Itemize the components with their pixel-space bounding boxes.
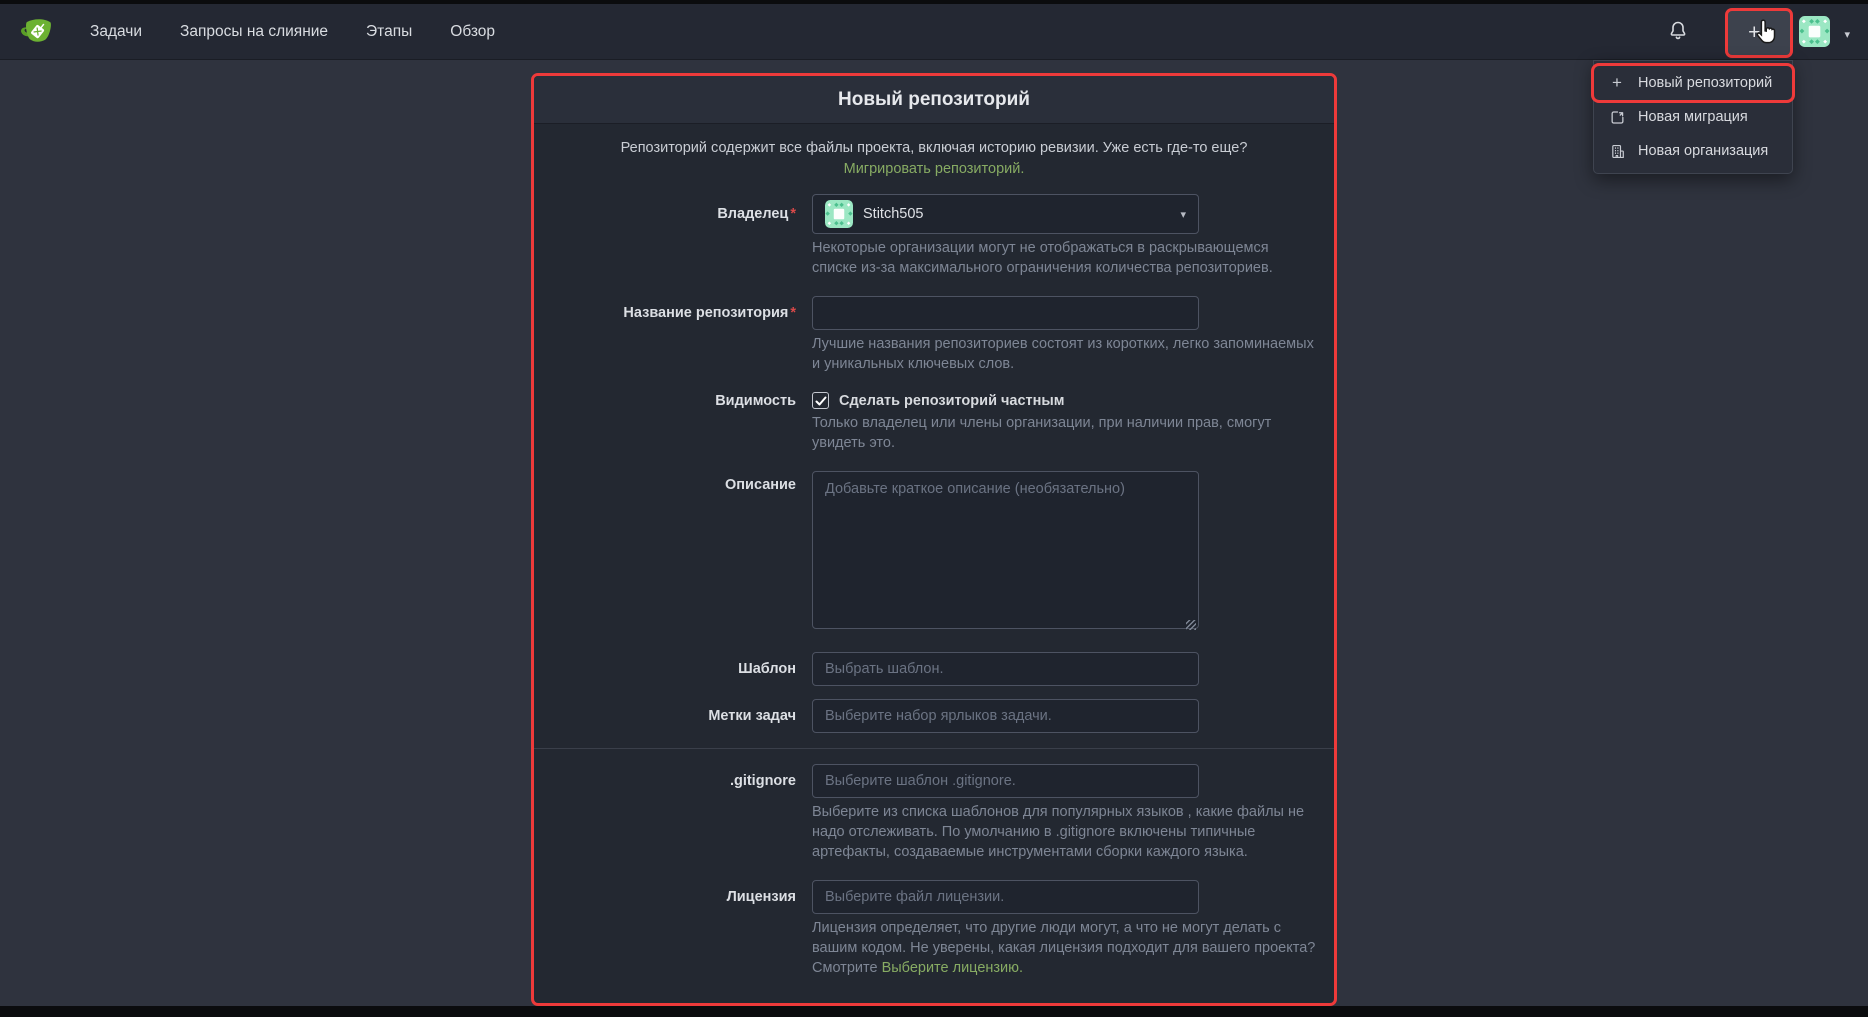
top-navbar: Задачи Запросы на слияние Этапы Обзор + … [0, 4, 1868, 60]
repo-name-help-text: Лучшие названия репозиториев состоят из … [812, 334, 1317, 374]
chevron-down-icon: ▾ [1180, 208, 1186, 221]
repo-name-label-text: Название репозитория [623, 305, 788, 321]
owner-label-text: Владелец [717, 206, 788, 222]
private-checkbox[interactable] [812, 392, 829, 409]
template-row: Шаблон [534, 652, 1334, 686]
license-row: Лицензия Лицензия определяет, что другие… [534, 880, 1334, 978]
gitignore-help-text: Выберите из списка шаблонов для популярн… [812, 802, 1317, 862]
template-label: Шаблон [534, 652, 796, 686]
repo-name-row: Название репозитория* Лучшие названия ре… [534, 296, 1334, 374]
nav-links: Задачи Запросы на слияние Этапы Обзор [90, 23, 495, 41]
panel-body: Репозиторий содержит все файлы проекта, … [534, 124, 1334, 978]
intro-text: Репозиторий содержит все файлы проекта, … [621, 140, 1248, 156]
nav-item-explore[interactable]: Обзор [450, 23, 495, 41]
gitignore-row: .gitignore Выберите из списка шаблонов д… [534, 764, 1334, 862]
template-input[interactable] [812, 652, 1199, 686]
section-divider [534, 748, 1334, 749]
chevron-down-icon: ▾ [1764, 29, 1770, 42]
nav-item-issues[interactable]: Задачи [90, 23, 142, 41]
visibility-row: Видимость Сделать репозиторий частным То… [534, 392, 1334, 453]
visibility-help-text: Только владелец или члены организации, п… [812, 413, 1317, 453]
menu-item-label: Новый репозиторий [1638, 75, 1772, 91]
description-label: Описание [534, 471, 796, 634]
nav-item-milestones[interactable]: Этапы [366, 23, 412, 41]
create-dropdown-menu: + Новый репозиторий Новая миграция Новая… [1593, 60, 1793, 174]
organization-icon [1608, 143, 1626, 160]
form-intro-text: Репозиторий содержит все файлы проекта, … [579, 138, 1289, 180]
menu-item-label: Новая миграция [1638, 109, 1748, 125]
check-icon [815, 395, 827, 407]
window-bottom-edge [0, 1006, 1868, 1017]
issue-labels-row: Метки задач [534, 699, 1334, 733]
required-asterisk: * [790, 206, 796, 222]
menu-item-label: Новая организация [1638, 143, 1768, 159]
gitignore-input[interactable] [812, 764, 1199, 798]
owner-avatar [825, 200, 853, 228]
migrate-icon [1608, 109, 1626, 126]
create-new-button[interactable]: + ▾ [1728, 11, 1790, 55]
owner-help-text: Некоторые организации могут не отображат… [812, 238, 1317, 278]
license-label: Лицензия [534, 880, 796, 978]
repo-name-input[interactable] [812, 296, 1199, 330]
menu-item-new-migration[interactable]: Новая миграция [1594, 100, 1792, 134]
user-avatar[interactable] [1799, 16, 1830, 47]
gitignore-label: .gitignore [534, 764, 796, 862]
new-repository-panel: Новый репозиторий Репозиторий содержит в… [531, 73, 1337, 1006]
owner-value: Stitch505 [863, 206, 1170, 222]
menu-item-new-repository[interactable]: + Новый репозиторий [1594, 66, 1792, 100]
visibility-label: Видимость [534, 392, 796, 453]
nav-item-pull-requests[interactable]: Запросы на слияние [180, 23, 328, 41]
repo-name-label: Название репозитория* [534, 296, 796, 374]
owner-select[interactable]: Stitch505 ▾ [812, 194, 1199, 234]
private-checkbox-label[interactable]: Сделать репозиторий частным [839, 393, 1065, 409]
gitea-logo-icon[interactable] [18, 13, 56, 51]
panel-header: Новый репозиторий [534, 76, 1334, 124]
owner-label: Владелец* [534, 194, 796, 278]
description-row: Описание [534, 471, 1334, 634]
license-input[interactable] [812, 880, 1199, 914]
menu-item-new-organization[interactable]: Новая организация [1594, 134, 1792, 168]
migrate-repository-link[interactable]: Мигрировать репозиторий. [844, 161, 1025, 177]
notifications-bell-icon[interactable] [1666, 19, 1690, 48]
issue-labels-label: Метки задач [534, 699, 796, 733]
license-help-text: Лицензия определяет, что другие люди мог… [812, 918, 1317, 978]
plus-icon: + [1748, 21, 1760, 45]
user-menu-caret-icon[interactable]: ▾ [1844, 28, 1850, 41]
required-asterisk: * [790, 305, 796, 321]
issue-labels-input[interactable] [812, 699, 1199, 733]
choose-license-link[interactable]: Выберите лицензию. [882, 960, 1023, 976]
window-top-edge [0, 0, 1868, 4]
owner-row: Владелец* [534, 194, 1334, 278]
plus-icon: + [1608, 73, 1626, 93]
description-textarea[interactable] [812, 471, 1199, 629]
page-title: Новый репозиторий [838, 89, 1030, 111]
